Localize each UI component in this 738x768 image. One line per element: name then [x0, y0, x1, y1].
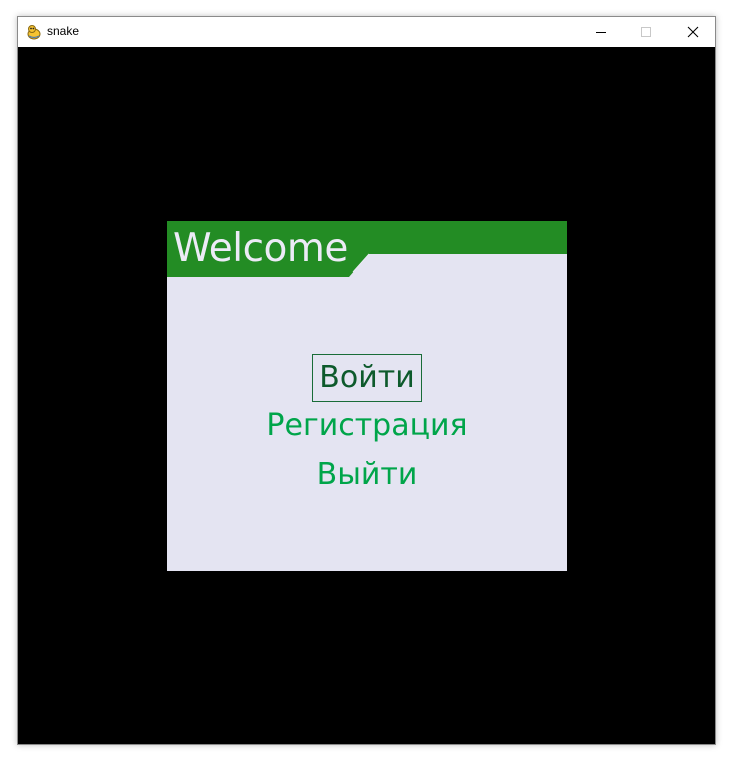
main-menu-panel: Welcome Войти Регистрация Выйти	[167, 221, 567, 571]
maximize-button[interactable]	[623, 17, 668, 47]
menu-title: Welcome	[173, 226, 348, 271]
close-button[interactable]	[670, 17, 715, 47]
maximize-icon	[640, 27, 651, 37]
minimize-icon	[595, 32, 606, 33]
menu-item-login-label[interactable]: Войти	[312, 354, 422, 402]
menu-item-exit[interactable]: Выйти	[167, 455, 567, 495]
game-canvas[interactable]: Welcome Войти Регистрация Выйти	[18, 47, 715, 744]
menu-item-register[interactable]: Регистрация	[167, 406, 567, 446]
menu-item-login[interactable]: Войти	[167, 354, 567, 402]
app-window: snake Welcome Войти Регистрация Выйти	[17, 16, 716, 745]
window-title: snake	[47, 24, 80, 38]
pygame-snake-icon	[27, 25, 41, 40]
title-bar[interactable]: snake	[18, 17, 715, 47]
close-icon	[687, 26, 698, 38]
minimize-button[interactable]	[578, 17, 623, 47]
